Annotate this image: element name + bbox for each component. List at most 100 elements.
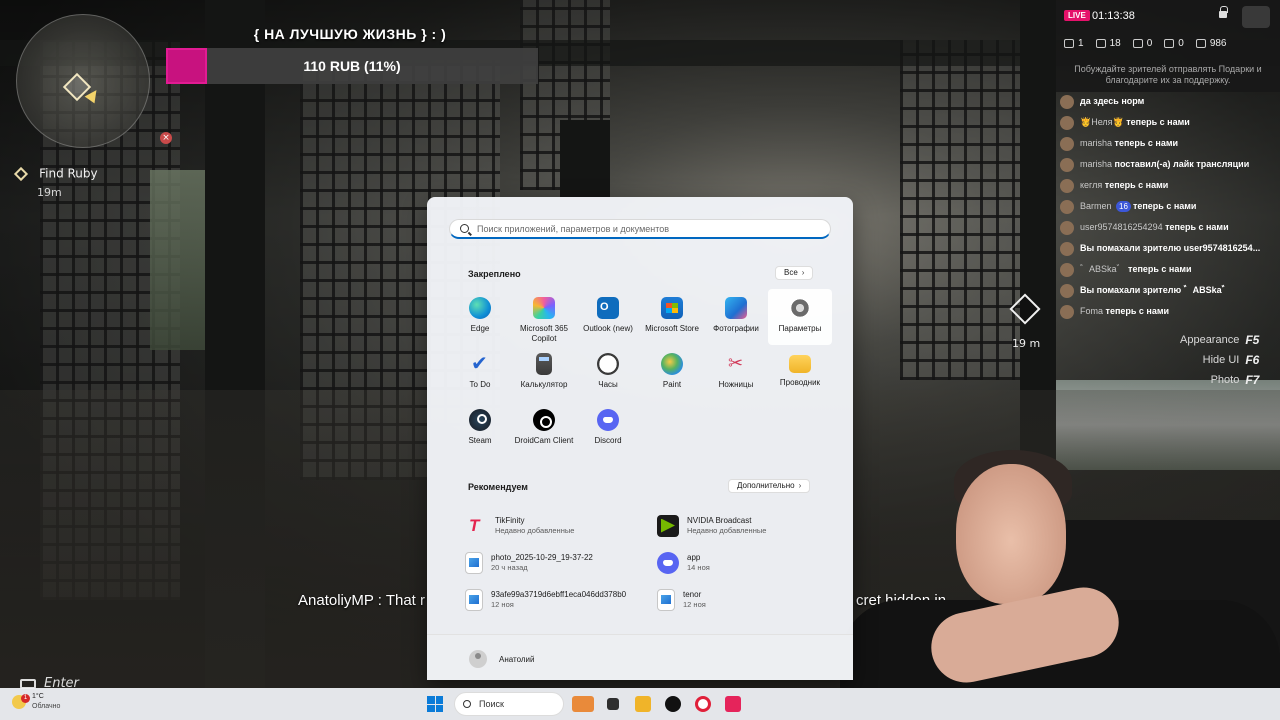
todo-icon <box>469 351 491 376</box>
lock-icon[interactable] <box>1219 6 1228 18</box>
pinned-app[interactable]: Проводник <box>768 345 832 401</box>
eye-icon <box>1095 39 1106 48</box>
pinned-app[interactable]: Часы <box>576 345 640 401</box>
recommended-item[interactable]: 93afe99a3719d6ebff1eca046dd378b0 12 ноя <box>465 581 657 618</box>
taskbar-app-opera[interactable] <box>692 692 714 716</box>
pinned-app[interactable]: Edge <box>448 289 512 345</box>
pinned-app[interactable]: Steam <box>448 401 512 457</box>
pinned-app-label: Edge <box>470 324 490 333</box>
all-apps-button[interactable]: Все › <box>775 266 814 280</box>
chat-username[interactable]: ゛ABSka゛ <box>1080 264 1126 274</box>
steam-icon <box>469 409 491 431</box>
chat-username[interactable]: marisha <box>1080 138 1112 148</box>
chat-username[interactable]: marisha <box>1080 159 1112 169</box>
chat-message: Foma теперь с нами <box>1060 305 1276 319</box>
pinned-app-label: Steam <box>468 436 492 445</box>
pinned-app[interactable]: Ножницы <box>704 345 768 401</box>
pinned-app[interactable]: DroidCam Client <box>512 401 576 457</box>
views-stat: 18 <box>1095 38 1121 49</box>
quest-title: Find Ruby <box>39 166 98 181</box>
taskbar-app-widget[interactable] <box>572 692 594 716</box>
pinned-app-label: Фотографии <box>713 324 759 333</box>
user-name[interactable]: Анатолий <box>499 655 534 664</box>
pinned-app[interactable]: Параметры <box>768 289 832 345</box>
viewers-stat: 1 <box>1064 38 1084 49</box>
outlook-icon <box>597 297 619 319</box>
image-file-icon <box>657 588 675 611</box>
chat-message: Barmen 16 теперь с нами <box>1060 200 1276 214</box>
recommended-item[interactable]: app 14 ноя <box>657 544 825 581</box>
recommended-item[interactable]: photo_2025-10-29_19-37-22 20 ч назад <box>465 544 657 581</box>
chat-username[interactable]: Foma <box>1080 306 1103 316</box>
chat-username[interactable]: 🫅Неля🫅 <box>1080 117 1124 127</box>
more-button[interactable]: Дополнительно › <box>728 479 811 493</box>
chat-text: теперь с нами <box>1126 117 1190 127</box>
chat-message: да здесь норм <box>1060 95 1276 109</box>
chat-username[interactable]: user9574816254294 <box>1080 222 1163 232</box>
chat-text: теперь с нами <box>1132 201 1197 211</box>
pinned-app[interactable]: Discord <box>576 401 640 457</box>
pinned-app-label: Outlook (new) <box>583 324 633 333</box>
pinned-app[interactable]: To Do <box>448 345 512 401</box>
taskbar-app-droidcam[interactable] <box>662 692 684 716</box>
pinned-app-label: Проводник <box>779 378 821 387</box>
recommended-name: TikFinity <box>495 515 525 525</box>
pinned-app-label: Microsoft Store <box>645 324 699 333</box>
recommended-item[interactable]: tenor 12 ноя <box>657 581 825 618</box>
taskbar-app-explorer[interactable] <box>632 692 654 716</box>
start-button[interactable] <box>424 692 446 716</box>
chat-username[interactable]: кегля <box>1080 180 1102 190</box>
chat-message: marisha теперь с нами <box>1060 137 1276 151</box>
fan-level-badge: 16 <box>1116 201 1131 212</box>
recommended-item[interactable]: TikFinityНедавно добавленные <box>465 507 657 544</box>
taskbar-search[interactable]: Поиск <box>454 692 564 716</box>
chat-avatar <box>1060 137 1074 151</box>
pinned-app-label: Ножницы <box>718 380 754 389</box>
donation-goal-bar: 110 RUB (11%) <box>166 48 538 84</box>
gift-icon <box>1132 39 1143 48</box>
recommended-subtitle: 14 ноя <box>687 562 710 572</box>
start-menu: Закреплено Все› Edge Microsoft 365 Copilo… <box>427 197 853 680</box>
pinned-app[interactable]: Outlook (new) <box>576 289 640 345</box>
pinned-app[interactable]: Фотографии <box>704 289 768 345</box>
gifts-stat: 0 <box>1132 38 1152 49</box>
objective-distance: 19 m <box>1012 337 1041 350</box>
start-footer: Анатолий <box>427 634 853 680</box>
pinned-app[interactable]: Калькулятор <box>512 345 576 401</box>
pinned-app[interactable]: Paint <box>640 345 704 401</box>
user-avatar[interactable] <box>469 650 487 668</box>
start-search-input[interactable] <box>477 223 830 234</box>
heart-icon <box>1195 39 1206 48</box>
photos-icon <box>725 297 747 319</box>
live-badge: LIVE <box>1064 10 1090 21</box>
recommended-name: 93afe99a3719d6ebff1eca046dd378b0 <box>491 589 627 599</box>
stream-hint: Побуждайте зрителей отправлять Подарки и… <box>1074 64 1262 85</box>
chevron-right-icon: › <box>798 481 802 490</box>
streamer-face <box>956 464 1066 604</box>
recommended-item[interactable]: NVIDIA Broadcast Недавно добавленные <box>657 507 825 544</box>
recommended-subtitle: 20 ч назад <box>491 562 528 572</box>
tikfinity-icon <box>465 515 487 537</box>
quest-distance: 19m <box>37 186 62 199</box>
chat-username[interactable]: Barmen <box>1080 201 1112 211</box>
recommended-subtitle: 12 ноя <box>491 599 514 609</box>
pinned-app[interactable]: Microsoft Store <box>640 289 704 345</box>
chat-avatar <box>1060 179 1074 193</box>
pinned-app[interactable]: Microsoft 365 Copilot <box>512 289 576 345</box>
stream-status-panel: LIVE 01:13:38 1 18 0 0 986 Побуждайте зр… <box>1056 0 1280 92</box>
opera-icon <box>695 696 711 712</box>
dialogue-subtitle: AnatoliyMP : That r <box>298 592 426 609</box>
chat-message: marisha поставил(-а) лайк трансляции <box>1060 158 1276 172</box>
pinned-title: Закреплено <box>468 269 521 279</box>
start-search-box[interactable] <box>449 219 831 239</box>
settings-gear-icon <box>789 297 811 319</box>
folder-icon <box>789 355 811 373</box>
lattice-door-right <box>900 40 1040 380</box>
taskbar-app-taskview[interactable] <box>602 692 624 716</box>
weather-widget[interactable]: 1 1°C Облачно <box>12 692 60 712</box>
pinned-app-label: Калькулятор <box>520 380 568 389</box>
chat-text: да здесь норм <box>1080 96 1145 106</box>
calculator-icon <box>536 353 552 375</box>
taskbar-app-tiktok[interactable] <box>722 692 744 716</box>
hotkey-list: Appearance F5 Hide UI F6 Photo F7 <box>1180 330 1261 390</box>
